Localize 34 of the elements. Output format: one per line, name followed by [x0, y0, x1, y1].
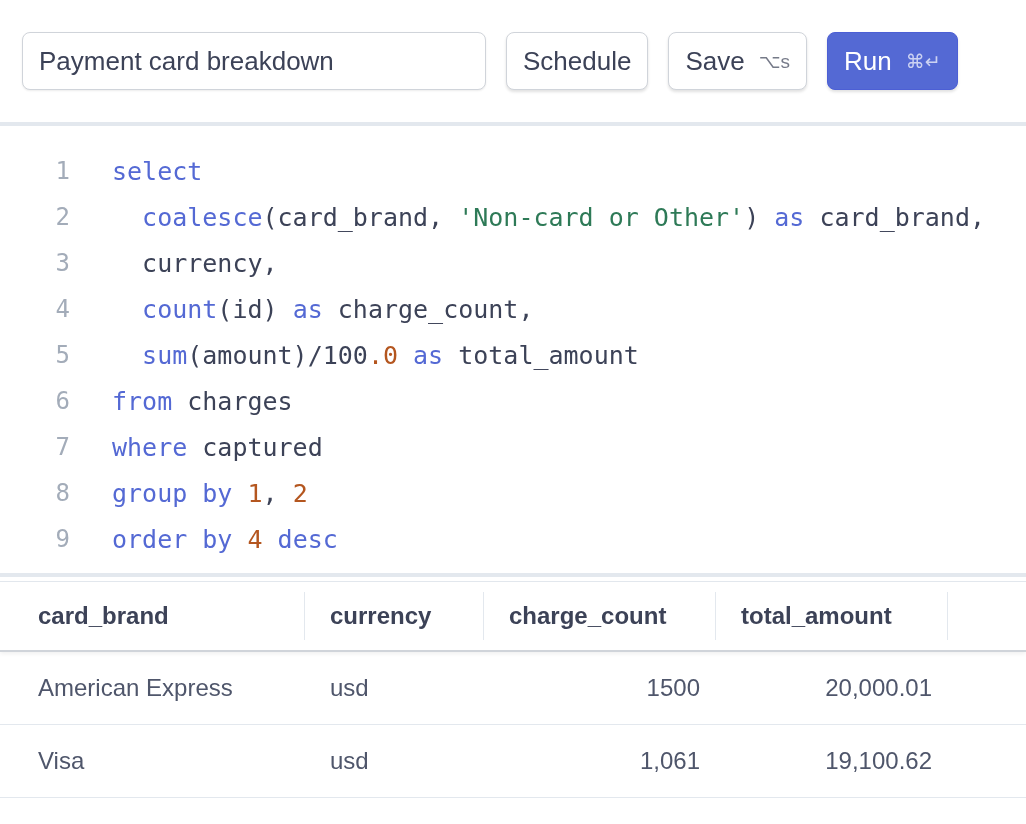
line-number: 7 — [54, 433, 71, 461]
table-cell-text: 19,100.62 — [824, 746, 933, 776]
code-line: currency, — [141, 248, 278, 278]
code-line: from charges — [112, 386, 293, 416]
table-cell-text: usd — [329, 746, 370, 776]
table-cell-text: 20,000.01 — [824, 673, 933, 703]
code-line: count(id) as charge_count, — [141, 294, 534, 324]
code-line: coalesce(card_brand, 'Non-card or Other') as card_brand, — [141, 202, 985, 232]
query-name-field[interactable]: Payment card breakdown — [22, 32, 486, 90]
line-number: 4 — [54, 295, 71, 323]
table-cell-text: 1500 — [645, 673, 701, 703]
line-number: 8 — [54, 479, 71, 507]
column-header[interactable]: total_amount — [716, 592, 948, 640]
line-number: 6 — [54, 387, 71, 415]
line-number: 2 — [54, 203, 71, 231]
line-number: 3 — [54, 249, 71, 277]
line-number: 1 — [54, 157, 71, 185]
line-number: 5 — [54, 341, 71, 369]
toolbar-button[interactable]: Save ⌥s — [668, 32, 808, 90]
code-line: select — [112, 156, 203, 186]
column-header[interactable]: currency — [305, 592, 484, 640]
table-cell-text: 1,061 — [638, 746, 701, 776]
code-line: where captured — [112, 432, 323, 462]
table-cell-text: Visa — [37, 746, 86, 776]
column-header[interactable]: charge_count — [484, 592, 716, 640]
code-line: sum(amount)/100.0 as total_amount — [141, 340, 639, 370]
toolbar-button[interactable]: Schedule — [506, 32, 649, 90]
code-line: group by 1, 2 — [112, 478, 308, 508]
code-line: order by 4 desc — [112, 524, 338, 554]
table-cell-text: American Express — [37, 673, 234, 703]
run-button[interactable]: Run ⌘↵ — [827, 32, 958, 90]
line-number: 9 — [54, 525, 71, 553]
column-header[interactable]: card_brand — [0, 592, 305, 640]
table-cell-text: usd — [329, 673, 370, 703]
